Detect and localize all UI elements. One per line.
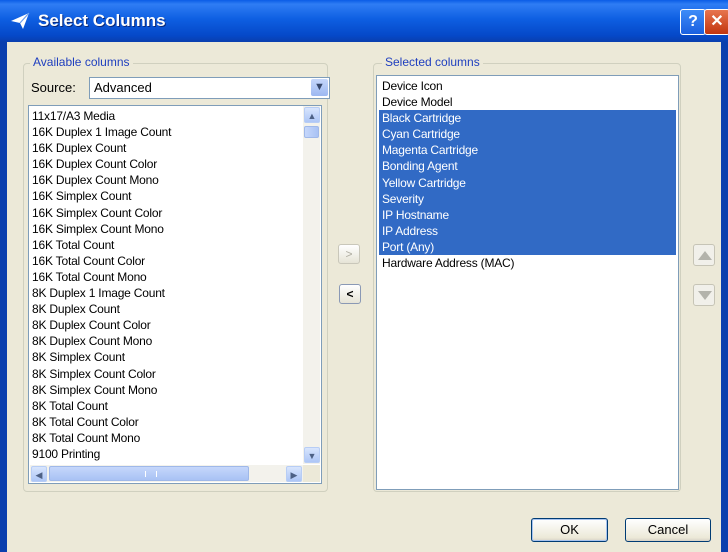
title-bar[interactable]: Select Columns ? ✕ bbox=[0, 0, 728, 42]
list-item[interactable]: Yellow Cartridge bbox=[379, 174, 676, 191]
list-item[interactable]: 8K Total Count Color bbox=[32, 414, 171, 430]
list-item[interactable]: 16K Duplex Count Mono bbox=[32, 172, 171, 188]
list-item[interactable]: Device Icon bbox=[379, 78, 676, 94]
selected-columns-legend: Selected columns bbox=[382, 55, 483, 69]
move-down-button[interactable] bbox=[693, 284, 715, 306]
list-item[interactable]: 16K Simplex Count Color bbox=[32, 205, 171, 221]
list-item[interactable]: 8K Duplex Count bbox=[32, 301, 171, 317]
list-item[interactable]: 8K Duplex Count Mono bbox=[32, 333, 171, 349]
list-item[interactable]: 16K Simplex Count bbox=[32, 188, 171, 204]
cancel-button[interactable]: Cancel bbox=[625, 518, 711, 542]
help-button[interactable]: ? bbox=[680, 9, 706, 35]
window-border-left bbox=[0, 42, 7, 552]
available-horizontal-scrollbar[interactable]: ◀ ▶ bbox=[30, 465, 303, 482]
remove-column-button[interactable]: < bbox=[339, 284, 361, 304]
list-item[interactable]: Port (Any) bbox=[379, 238, 676, 256]
scroll-thumb-horizontal[interactable] bbox=[49, 466, 249, 481]
grip-icon bbox=[145, 471, 157, 477]
selected-columns-items: Device Icon Device Model Black Cartridge Cy… bbox=[379, 78, 676, 271]
list-item[interactable]: 9100 Printing bbox=[32, 446, 171, 462]
list-item[interactable]: 16K Total Count Color bbox=[32, 253, 171, 269]
arrow-icon bbox=[10, 12, 30, 30]
arrow-down-icon bbox=[698, 291, 712, 300]
list-item[interactable]: 8K Simplex Count Mono bbox=[32, 382, 171, 398]
list-item[interactable]: Magenta Cartridge bbox=[379, 142, 676, 159]
window-title: Select Columns bbox=[38, 11, 166, 30]
list-item[interactable]: 16K Duplex Count bbox=[32, 140, 171, 156]
list-item[interactable]: 8K Total Count Mono bbox=[32, 430, 171, 446]
list-item[interactable]: 8K Duplex Count Color bbox=[32, 317, 171, 333]
list-item[interactable]: 16K Duplex Count Color bbox=[32, 156, 171, 172]
list-item[interactable]: Device Model bbox=[379, 94, 676, 110]
list-item[interactable]: 16K Simplex Count Mono bbox=[32, 221, 171, 237]
list-item[interactable]: IP Address bbox=[379, 222, 676, 239]
selected-columns-list[interactable]: Device Icon Device Model Black Cartridge Cy… bbox=[376, 75, 679, 490]
available-columns-legend: Available columns bbox=[30, 55, 133, 69]
available-columns-items: 11x17/A3 Media 16K Duplex 1 Image Count 16… bbox=[32, 108, 171, 478]
list-item[interactable]: Black Cartridge bbox=[379, 110, 676, 127]
list-item[interactable]: Cyan Cartridge bbox=[379, 126, 676, 143]
close-button[interactable]: ✕ bbox=[704, 9, 728, 35]
available-vertical-scrollbar[interactable]: ▲ ▼ bbox=[303, 106, 320, 464]
list-item[interactable]: 16K Total Count Mono bbox=[32, 269, 171, 285]
window-border-right bbox=[721, 42, 728, 552]
source-dropdown[interactable]: Advanced ▼ bbox=[89, 77, 330, 99]
list-item[interactable]: 8K Total Count bbox=[32, 398, 171, 414]
scroll-down-icon[interactable]: ▼ bbox=[304, 447, 320, 463]
scroll-up-icon[interactable]: ▲ bbox=[304, 107, 320, 123]
list-item[interactable]: Severity bbox=[379, 190, 676, 207]
list-item[interactable]: 16K Duplex 1 Image Count bbox=[32, 124, 171, 140]
available-columns-list[interactable]: 11x17/A3 Media 16K Duplex 1 Image Count 16… bbox=[28, 105, 322, 484]
source-label: Source: bbox=[31, 80, 76, 95]
scroll-thumb-vertical[interactable] bbox=[304, 126, 319, 138]
list-item[interactable]: Hardware Address (MAC) bbox=[379, 255, 676, 271]
scroll-left-icon[interactable]: ◀ bbox=[31, 466, 47, 482]
list-item[interactable]: 16K Total Count bbox=[32, 237, 171, 253]
arrow-up-icon bbox=[698, 251, 712, 260]
list-item[interactable]: 8K Duplex 1 Image Count bbox=[32, 285, 171, 301]
select-columns-dialog: Select Columns ? ✕ Available columns Sou… bbox=[0, 0, 728, 552]
list-item[interactable]: 8K Simplex Count bbox=[32, 349, 171, 365]
list-item[interactable]: Bonding Agent bbox=[379, 158, 676, 175]
source-dropdown-value: Advanced bbox=[94, 80, 152, 95]
list-item[interactable]: 8K Simplex Count Color bbox=[32, 366, 171, 382]
chevron-down-icon[interactable]: ▼ bbox=[311, 79, 328, 96]
move-up-button[interactable] bbox=[693, 244, 715, 266]
scroll-right-icon[interactable]: ▶ bbox=[286, 466, 302, 482]
add-column-button[interactable]: > bbox=[338, 244, 360, 264]
list-item[interactable]: 11x17/A3 Media bbox=[32, 108, 171, 124]
list-item[interactable]: IP Hostname bbox=[379, 206, 676, 223]
ok-button[interactable]: OK bbox=[531, 518, 608, 542]
scrollbar-corner bbox=[303, 465, 320, 482]
